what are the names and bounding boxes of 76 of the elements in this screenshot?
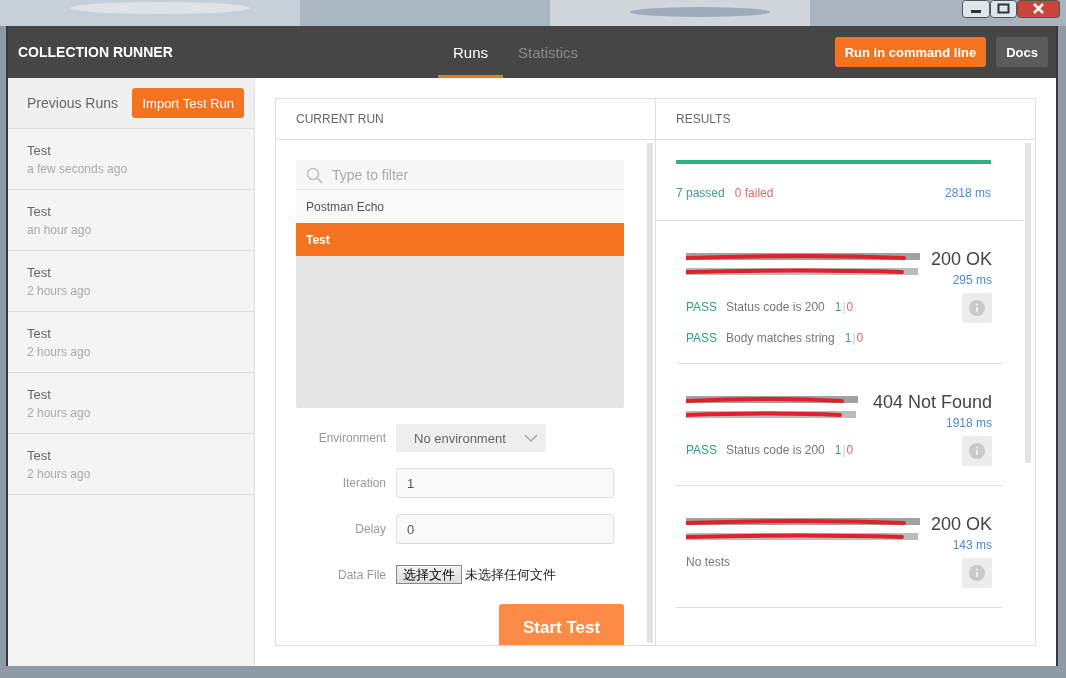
field-label: Iteration <box>341 476 387 490</box>
pass-count: 1 <box>834 300 842 314</box>
total-time: 2818 ms <box>944 186 991 200</box>
run-name: Test <box>27 325 52 341</box>
run-name: Test <box>27 203 52 219</box>
run-time: 2 hours ago <box>27 344 92 359</box>
close-icon[interactable] <box>1017 0 1060 18</box>
response-time: 143 ms <box>951 538 992 552</box>
info-button[interactable] <box>962 558 992 588</box>
fail-count: 0 <box>856 331 864 345</box>
environment-dropdown[interactable]: No environment <box>396 424 546 452</box>
response-time: 295 ms <box>951 273 992 287</box>
info-icon <box>969 300 985 316</box>
pass-count: 1 <box>844 331 852 345</box>
no-tests-text: No tests <box>686 555 731 569</box>
field-label: Data File <box>336 567 387 582</box>
tab[interactable]: Statistics <box>503 26 594 78</box>
run-time: 2 hours ago <box>27 466 92 481</box>
status-code: 404 Not Found <box>872 392 992 413</box>
file-status: 未选择任何文件 <box>465 565 556 584</box>
test-name: Status code is 200 <box>726 300 825 314</box>
iteration-field[interactable]: 1 <box>396 468 614 498</box>
sidebar-title: Previous Runs <box>27 95 119 111</box>
status-code: 200 OK <box>930 514 992 535</box>
delay-field[interactable]: 0 <box>396 514 614 544</box>
status-code: 200 OK <box>930 249 992 270</box>
test-result: PASS <box>686 443 719 457</box>
field-label: Environment <box>317 431 387 445</box>
count-separator: | <box>842 443 846 457</box>
search-icon <box>306 167 323 184</box>
info-icon <box>969 443 985 459</box>
scrollbar[interactable] <box>647 143 653 643</box>
info-button[interactable] <box>962 436 992 466</box>
panel-heading: RESULTS <box>676 112 731 126</box>
minimize-icon[interactable] <box>962 0 990 18</box>
import-button[interactable]: Import Test Run <box>132 88 244 118</box>
count-separator: | <box>852 331 856 345</box>
info-icon <box>969 565 985 581</box>
collection-item[interactable]: Postman Echo <box>296 190 624 223</box>
run-name: Test <box>27 447 52 463</box>
test-result: PASS <box>686 300 719 314</box>
fail-count: 0 <box>846 300 854 314</box>
collection-item[interactable]: Test <box>296 223 624 256</box>
run-time: 2 hours ago <box>27 283 92 298</box>
run-command-line-button[interactable]: Run in command line <box>834 37 987 67</box>
run-name: Test <box>27 142 52 158</box>
run-time: 2 hours ago <box>27 405 92 420</box>
run-name: Test <box>27 386 52 402</box>
test-name: Body matches string <box>726 331 835 345</box>
fail-count: 0 <box>846 443 854 457</box>
test-result: PASS <box>686 331 719 345</box>
response-time: 1918 ms <box>944 416 992 430</box>
run-item[interactable]: Test 2 hours ago <box>8 312 254 373</box>
run-item[interactable]: Test 2 hours ago <box>8 251 254 312</box>
pass-count: 1 <box>834 443 842 457</box>
passed-count: 7 passed <box>676 186 725 200</box>
maximize-icon[interactable] <box>990 0 1017 18</box>
run-item[interactable]: Test 2 hours ago <box>8 373 254 434</box>
panel-heading: CURRENT RUN <box>296 112 384 126</box>
filter-field[interactable]: Type to filter <box>296 160 624 190</box>
run-item[interactable]: Test an hour ago <box>8 190 254 251</box>
test-name: Status code is 200 <box>726 443 825 457</box>
count-separator: | <box>842 300 846 314</box>
chevron-down-icon <box>524 434 538 442</box>
failed-count: 0 failed <box>734 186 774 200</box>
choose-file-button[interactable]: 选择文件 <box>396 565 462 584</box>
run-time: a few seconds ago <box>27 161 129 176</box>
run-item[interactable]: Test a few seconds ago <box>8 129 254 190</box>
info-button[interactable] <box>962 293 992 323</box>
docs-button[interactable]: Docs <box>996 37 1048 67</box>
run-time: an hour ago <box>27 222 93 237</box>
app-title: COLLECTION RUNNER <box>18 44 174 60</box>
run-item[interactable]: Test 2 hours ago <box>8 434 254 495</box>
field-label: Delay <box>354 522 387 536</box>
scrollbar[interactable] <box>1025 143 1031 463</box>
run-name: Test <box>27 264 52 280</box>
